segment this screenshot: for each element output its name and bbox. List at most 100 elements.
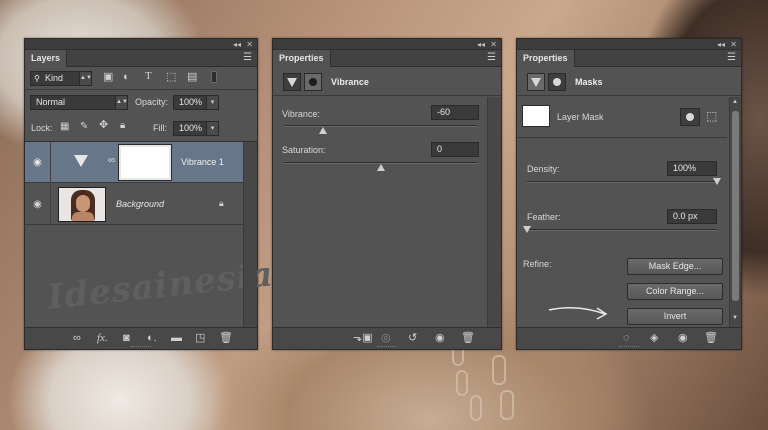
feather-slider-thumb[interactable]: [523, 226, 531, 233]
density-slider-thumb[interactable]: [713, 178, 721, 185]
resize-grip[interactable]: [131, 346, 151, 348]
masks-scrollbar[interactable]: ▲ ▼: [729, 97, 741, 327]
vibrance-mode-icon[interactable]: [527, 73, 545, 91]
panel-titlebar[interactable]: ◂◂ ✕: [25, 39, 257, 50]
invert-button[interactable]: Invert: [627, 308, 723, 325]
mask-mode-icon[interactable]: [548, 73, 566, 91]
new-layer-icon[interactable]: ◳: [195, 332, 205, 345]
chain-link-icon[interactable]: ∞: [108, 155, 115, 166]
properties-header: Vibrance: [273, 68, 501, 96]
adjustment-filter-icon[interactable]: ◐: [123, 71, 130, 84]
tab-properties[interactable]: Properties: [517, 50, 575, 67]
density-input[interactable]: 100%: [667, 161, 717, 176]
fill-input[interactable]: 100% ▾: [173, 121, 219, 136]
view-previous-state-icon[interactable]: ◎: [381, 332, 391, 345]
layer-row-vibrance[interactable]: ◉ ∞ Vibrance 1: [25, 142, 243, 183]
layers-scrollbar[interactable]: [243, 142, 257, 328]
mask-mode-icon[interactable]: [304, 73, 322, 91]
add-mask-icon[interactable]: ◙: [123, 332, 130, 345]
color-range-button[interactable]: Color Range...: [627, 283, 723, 300]
lock-image-brush-icon[interactable]: ✎: [80, 120, 88, 133]
vibrance-value: -60: [437, 107, 451, 117]
watermark-logo: Idesainesia: [45, 254, 276, 318]
pixel-filter-icon[interactable]: ▣: [103, 71, 113, 84]
feather-slider-track[interactable]: [527, 229, 717, 231]
collapse-icon[interactable]: ◂◂: [717, 40, 725, 49]
layers-tab-row: Layers ☰: [25, 50, 257, 67]
density-value: 100%: [673, 163, 697, 173]
lock-transparent-icon[interactable]: ▦: [60, 120, 69, 133]
visibility-eye-icon[interactable]: ◉: [678, 332, 688, 345]
tab-layers[interactable]: Layers: [25, 50, 68, 67]
new-adjustment-icon[interactable]: ◐.: [147, 332, 157, 345]
filter-toggle-icon[interactable]: [211, 71, 217, 83]
panel-menu-icon[interactable]: ☰: [487, 53, 496, 63]
mask-edge-button[interactable]: Mask Edge...: [627, 258, 723, 275]
pixel-mask-icon[interactable]: [680, 108, 700, 126]
close-icon[interactable]: ✕: [246, 40, 253, 49]
lock-all-icon[interactable]: 🔒︎: [120, 119, 125, 132]
feather-input[interactable]: 0.0 px: [667, 209, 717, 224]
vibrance-mode-icon[interactable]: [283, 73, 301, 91]
trash-icon[interactable]: 🗑︎: [461, 332, 475, 345]
tab-properties[interactable]: Properties: [273, 50, 331, 67]
lock-position-move-icon[interactable]: ✥: [99, 119, 108, 132]
type-filter-icon[interactable]: T: [145, 70, 152, 83]
close-icon[interactable]: ✕: [490, 40, 497, 49]
properties-header-title: Masks: [575, 77, 603, 87]
layer-name[interactable]: Vibrance 1: [181, 157, 224, 167]
clip-to-layer-icon[interactable]: ⬎▣: [353, 332, 373, 345]
masks-footer: ◌ ◈ ◉ 🗑︎: [517, 327, 741, 349]
layer-name[interactable]: Background: [116, 199, 164, 209]
shape-filter-icon[interactable]: ⬚: [166, 71, 176, 84]
panel-menu-icon[interactable]: ☰: [727, 53, 736, 63]
lock-label: Lock:: [31, 123, 53, 133]
opacity-input[interactable]: 100% ▾: [173, 95, 219, 110]
close-icon[interactable]: ✕: [730, 40, 737, 49]
resize-grip[interactable]: [377, 346, 397, 348]
scroll-up-icon[interactable]: ▲: [732, 99, 738, 105]
blend-mode-select[interactable]: Normal ▲▼: [30, 95, 128, 110]
blend-mode-value: Normal: [36, 97, 66, 107]
masks-properties-panel: ◂◂ ✕ Properties ☰ Masks Layer Mask ⬚ Den…: [516, 38, 742, 350]
visibility-eye-icon[interactable]: ◉: [435, 332, 445, 345]
collapse-icon[interactable]: ◂◂: [233, 40, 241, 49]
saturation-slider-thumb[interactable]: [377, 164, 385, 171]
properties-tab-row: Properties ☰: [517, 50, 741, 67]
necklace-chain-link: [470, 395, 482, 421]
vibrance-input[interactable]: -60: [431, 105, 479, 120]
filter-kind-select[interactable]: ⚲ Kind ▲▼: [30, 71, 92, 86]
chevron-down-icon[interactable]: ▾: [206, 96, 218, 109]
collapse-icon[interactable]: ◂◂: [477, 40, 485, 49]
chevron-down-icon[interactable]: ▾: [206, 122, 218, 135]
smart-object-filter-icon[interactable]: ▤: [187, 71, 197, 84]
scroll-down-icon[interactable]: ▼: [732, 315, 738, 321]
resize-grip[interactable]: [619, 346, 639, 348]
trash-icon[interactable]: 🗑︎: [704, 332, 718, 345]
load-selection-icon[interactable]: ◌: [623, 332, 630, 345]
trash-icon[interactable]: 🗑︎: [219, 332, 233, 345]
layer-mask-thumbnail[interactable]: [118, 144, 172, 181]
panel-titlebar[interactable]: ◂◂ ✕: [517, 39, 741, 50]
visibility-eye-icon[interactable]: ◉: [25, 184, 51, 225]
layer-row-background[interactable]: ◉ Background 🔒︎: [25, 184, 243, 225]
fx-icon[interactable]: fx.: [97, 332, 108, 345]
scroll-thumb[interactable]: [732, 111, 739, 301]
vibrance-properties-panel: ◂◂ ✕ Properties ☰ Vibrance Vibrance: -60…: [272, 38, 502, 350]
properties-scrollbar[interactable]: [487, 97, 501, 327]
fill-label: Fill:: [153, 123, 167, 133]
saturation-input[interactable]: 0: [431, 142, 479, 157]
vibrance-slider-thumb[interactable]: [319, 127, 328, 134]
vibrance-slider-track[interactable]: [285, 125, 477, 127]
reset-icon[interactable]: ↺: [408, 332, 417, 345]
link-layers-icon[interactable]: ∞: [73, 332, 81, 345]
new-group-folder-icon[interactable]: ▬: [171, 332, 182, 345]
vector-mask-icon[interactable]: ⬚: [706, 109, 717, 123]
apply-mask-icon[interactable]: ◈: [650, 332, 658, 345]
panel-menu-icon[interactable]: ☰: [243, 53, 252, 63]
panel-titlebar[interactable]: ◂◂ ✕: [273, 39, 501, 50]
density-slider-track[interactable]: [527, 181, 717, 183]
visibility-eye-icon[interactable]: ◉: [25, 142, 51, 183]
fill-value: 100%: [179, 123, 203, 133]
properties-header-title: Vibrance: [331, 77, 369, 87]
